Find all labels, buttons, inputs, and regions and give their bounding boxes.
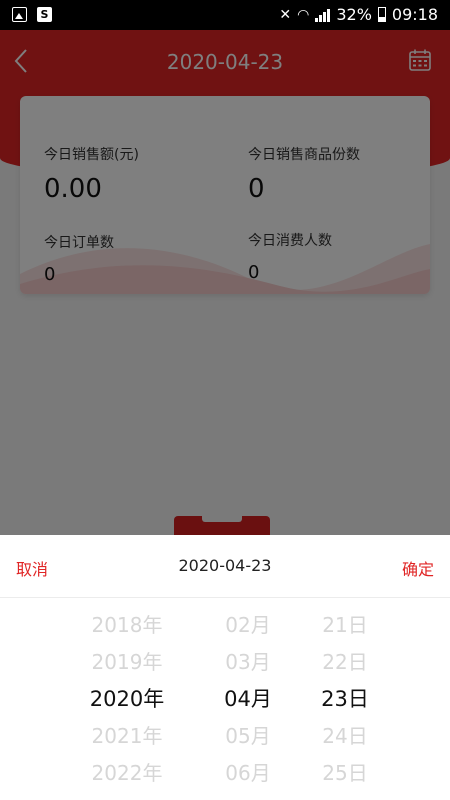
- year-option[interactable]: 2021年: [77, 718, 177, 755]
- day-option[interactable]: 24日: [295, 718, 395, 755]
- day-wheel[interactable]: 21日 22日 23日 24日 25日: [295, 607, 395, 792]
- date-picker-sheet: 取消 2020-04-23 确定 2018年 2019年 2020年 2021年…: [0, 535, 450, 800]
- year-option[interactable]: 2022年: [77, 755, 177, 792]
- day-option[interactable]: 25日: [295, 755, 395, 792]
- gallery-notification-icon: [12, 7, 27, 22]
- clock: 09:18: [391, 5, 438, 24]
- month-option[interactable]: 02月: [198, 607, 298, 644]
- month-option[interactable]: 05月: [198, 718, 298, 755]
- year-option[interactable]: 2019年: [77, 644, 177, 681]
- picker-wheels: 2018年 2019年 2020年 2021年 2022年 02月 03月 04…: [0, 607, 450, 797]
- month-wheel[interactable]: 02月 03月 04月 05月 06月: [198, 607, 298, 792]
- month-option[interactable]: 03月: [198, 644, 298, 681]
- year-option-selected[interactable]: 2020年: [77, 681, 177, 718]
- month-option[interactable]: 06月: [198, 755, 298, 792]
- year-option[interactable]: 2018年: [77, 607, 177, 644]
- picker-title: 2020-04-23: [178, 556, 272, 575]
- battery-percent: 32%: [336, 5, 372, 24]
- month-option-selected[interactable]: 04月: [198, 681, 298, 718]
- battery-icon: [377, 7, 386, 22]
- wifi-icon: ◠: [297, 6, 310, 23]
- day-option[interactable]: 22日: [295, 644, 395, 681]
- year-wheel[interactable]: 2018年 2019年 2020年 2021年 2022年: [77, 607, 177, 792]
- day-option[interactable]: 21日: [295, 607, 395, 644]
- signal-icon: [315, 8, 331, 22]
- s-notification-icon: S: [37, 7, 52, 22]
- day-option-selected[interactable]: 23日: [295, 681, 395, 718]
- confirm-button[interactable]: 确定: [402, 556, 434, 580]
- mute-icon: ✕: [279, 6, 292, 23]
- picker-toolbar: 取消 2020-04-23 确定: [0, 535, 450, 598]
- status-bar: S ✕ ◠ 32% 09:18: [0, 0, 450, 30]
